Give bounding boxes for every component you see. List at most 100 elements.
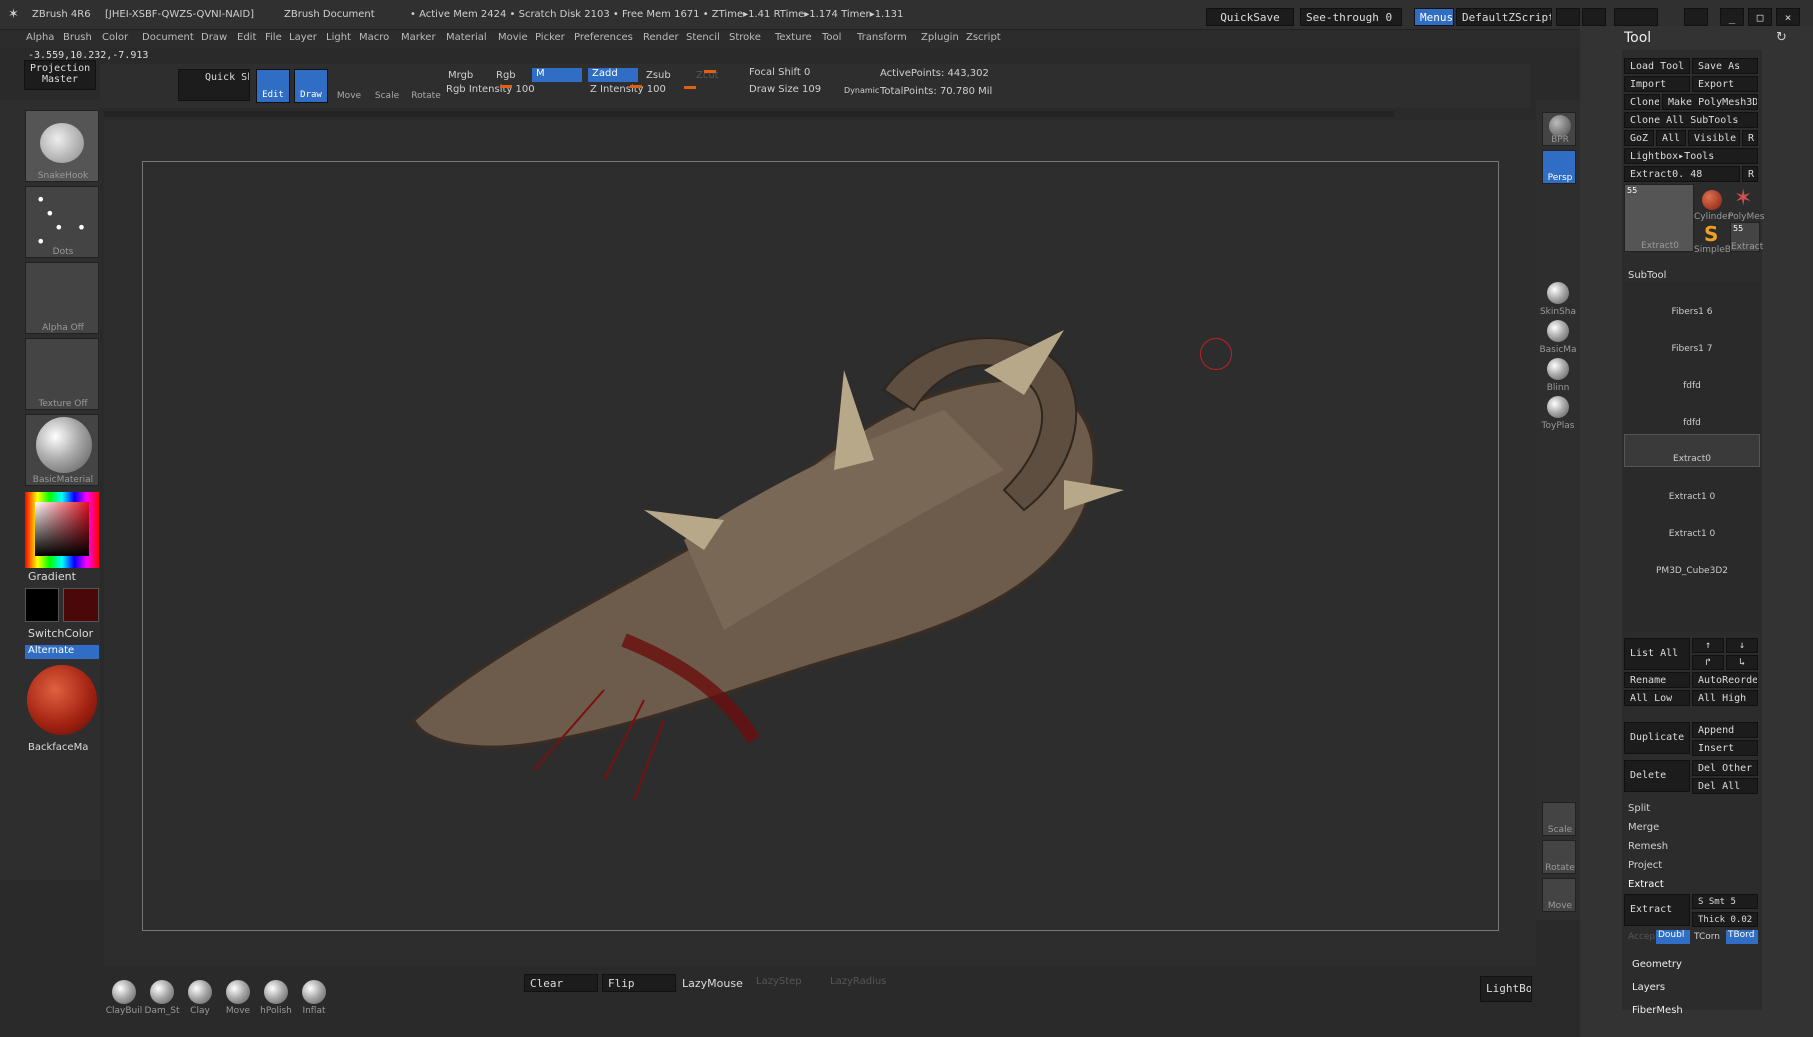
- flip-button[interactable]: Flip: [602, 974, 676, 992]
- skinshade-icon[interactable]: [1547, 282, 1569, 304]
- menu-render[interactable]: Render: [643, 32, 679, 43]
- menus-button[interactable]: Menus: [1414, 8, 1454, 26]
- menu-brush[interactable]: Brush: [63, 32, 92, 43]
- menu-texture[interactable]: Texture: [775, 32, 812, 43]
- claybuildup-brush-icon[interactable]: [112, 980, 136, 1004]
- rgb-intensity-slider[interactable]: Rgb Intensity 100: [446, 84, 582, 100]
- del-other-button[interactable]: Del Other: [1692, 760, 1758, 776]
- menu-movie[interactable]: Movie: [498, 32, 528, 43]
- switch-color-button[interactable]: SwitchColor: [28, 627, 93, 640]
- projection-master-button[interactable]: Projection Master: [24, 60, 96, 90]
- lock-icon[interactable]: [1684, 8, 1708, 26]
- lazymouse-button[interactable]: LazyMouse: [682, 977, 743, 990]
- inflate-brush-icon[interactable]: [302, 980, 326, 1004]
- gradient-label[interactable]: Gradient: [28, 570, 76, 583]
- mrgb-button[interactable]: Mrgb: [448, 70, 473, 81]
- subtool-item[interactable]: Extract1 0: [1624, 471, 1760, 504]
- merge-section[interactable]: Merge: [1628, 822, 1659, 833]
- quicksave-button[interactable]: QuickSave: [1206, 8, 1294, 26]
- quick-sketch-button[interactable]: Quick Sketch: [178, 69, 250, 101]
- zsub-button[interactable]: Zsub: [646, 70, 671, 81]
- menu-document[interactable]: Document: [142, 32, 194, 43]
- menu-alpha[interactable]: Alpha: [26, 32, 54, 43]
- fibermesh-section[interactable]: FiberMesh: [1632, 1005, 1683, 1016]
- bpr-button[interactable]: BPR: [1542, 112, 1576, 146]
- remesh-section[interactable]: Remesh: [1628, 841, 1668, 852]
- color-picker[interactable]: [25, 492, 99, 568]
- rgb-button[interactable]: Rgb: [496, 70, 516, 81]
- rotate-button[interactable]: Rotate: [408, 69, 444, 103]
- polymesh-star-icon[interactable]: ✶: [1734, 186, 1752, 211]
- cylinder-tool-icon[interactable]: [1702, 190, 1722, 210]
- s-smt-slider[interactable]: S Smt 5: [1692, 894, 1758, 909]
- edit-button[interactable]: Edit: [256, 69, 290, 103]
- color-square[interactable]: [35, 502, 89, 556]
- move-brush-icon[interactable]: [226, 980, 250, 1004]
- make-polymesh-button[interactable]: Make PolyMesh3D: [1662, 94, 1758, 110]
- autoreorder-button[interactable]: AutoReorde: [1692, 672, 1758, 688]
- project-section[interactable]: Project: [1628, 860, 1662, 871]
- list-all-button[interactable]: List All: [1624, 638, 1690, 670]
- maximize-button[interactable]: □: [1748, 8, 1772, 26]
- focal-shift-slider[interactable]: Focal Shift 0: [749, 67, 879, 81]
- layout-toggle-button[interactable]: [1556, 8, 1580, 26]
- blinn-icon[interactable]: [1547, 358, 1569, 380]
- subtool-item[interactable]: Fibers1 7: [1624, 323, 1760, 356]
- 3d-model[interactable]: [304, 220, 1304, 920]
- rotate-view-button[interactable]: Rotate: [1542, 840, 1576, 874]
- clear-button[interactable]: Clear: [524, 974, 598, 992]
- menu-draw[interactable]: Draw: [201, 32, 227, 43]
- z-intensity-slider[interactable]: Z Intensity 100: [590, 84, 726, 100]
- zadd-button[interactable]: Zadd: [588, 68, 638, 82]
- clone-all-subtools-button[interactable]: Clone All SubTools: [1624, 112, 1758, 128]
- dynamic-toggle[interactable]: Dynamic: [844, 86, 879, 95]
- extract-slider[interactable]: Extract0. 48: [1624, 166, 1740, 182]
- goz-button[interactable]: GoZ: [1624, 130, 1654, 146]
- menu-layer[interactable]: Layer: [289, 32, 317, 43]
- load-tool-button[interactable]: Load Tool: [1624, 58, 1690, 74]
- brush-slot[interactable]: SnakeHook: [25, 110, 99, 182]
- move-up-arrow-icon[interactable]: ↑: [1692, 638, 1724, 653]
- swap-layout-button[interactable]: [1614, 8, 1658, 26]
- subtool-item[interactable]: fdfd: [1624, 397, 1760, 430]
- export-button[interactable]: Export: [1692, 76, 1758, 92]
- refresh-icon[interactable]: ↻: [1776, 30, 1787, 45]
- tcorner-button[interactable]: TCorn: [1694, 932, 1720, 942]
- extract-r-button[interactable]: R: [1742, 166, 1758, 182]
- thick-slider[interactable]: Thick 0.02: [1692, 912, 1758, 927]
- goz-visible-button[interactable]: Visible: [1688, 130, 1740, 146]
- subtool-item[interactable]: fdfd: [1624, 360, 1760, 393]
- move-button[interactable]: Move: [332, 69, 366, 103]
- toyplastic-icon[interactable]: [1547, 396, 1569, 418]
- lightbox-tools-button[interactable]: Lightbox▸Tools: [1624, 148, 1758, 164]
- stroke-slot[interactable]: • • • • • Dots: [25, 186, 99, 258]
- menu-color[interactable]: Color: [102, 32, 128, 43]
- menu-picker[interactable]: Picker: [535, 32, 565, 43]
- clone-button[interactable]: Clone: [1624, 94, 1660, 110]
- append-button[interactable]: Append: [1692, 722, 1758, 738]
- layers-section[interactable]: Layers: [1632, 982, 1665, 993]
- menu-preferences[interactable]: Preferences: [574, 32, 633, 43]
- menu-macro[interactable]: Macro: [359, 32, 389, 43]
- move-down-folder-icon[interactable]: ↳: [1726, 655, 1758, 670]
- save-as-button[interactable]: Save As: [1692, 58, 1758, 74]
- minimize-button[interactable]: _: [1720, 8, 1744, 26]
- draw-button[interactable]: Draw: [294, 69, 328, 103]
- clay-brush-icon[interactable]: [188, 980, 212, 1004]
- menu-marker[interactable]: Marker: [401, 32, 436, 43]
- move-down-arrow-icon[interactable]: ↓: [1726, 638, 1758, 653]
- tborder-button[interactable]: TBord: [1726, 930, 1758, 944]
- menu-stencil[interactable]: Stencil: [686, 32, 720, 43]
- subtool-item-selected[interactable]: Extract0: [1624, 434, 1760, 467]
- material-slot[interactable]: BasicMaterial: [25, 414, 99, 486]
- lazyradius-slider[interactable]: LazyRadius: [830, 976, 886, 987]
- all-low-button[interactable]: All Low: [1624, 690, 1690, 706]
- geometry-section[interactable]: Geometry: [1632, 959, 1682, 970]
- extract-button[interactable]: Extract: [1624, 894, 1690, 926]
- default-zscript-button[interactable]: DefaultZScript: [1456, 8, 1552, 26]
- subtool-header[interactable]: SubTool: [1628, 270, 1666, 281]
- main-color-swatch[interactable]: [25, 588, 59, 622]
- goz-all-button[interactable]: All: [1656, 130, 1686, 146]
- simplebrush-icon[interactable]: S: [1704, 222, 1718, 246]
- extract-tool-thumb[interactable]: 55 Extract: [1730, 222, 1763, 252]
